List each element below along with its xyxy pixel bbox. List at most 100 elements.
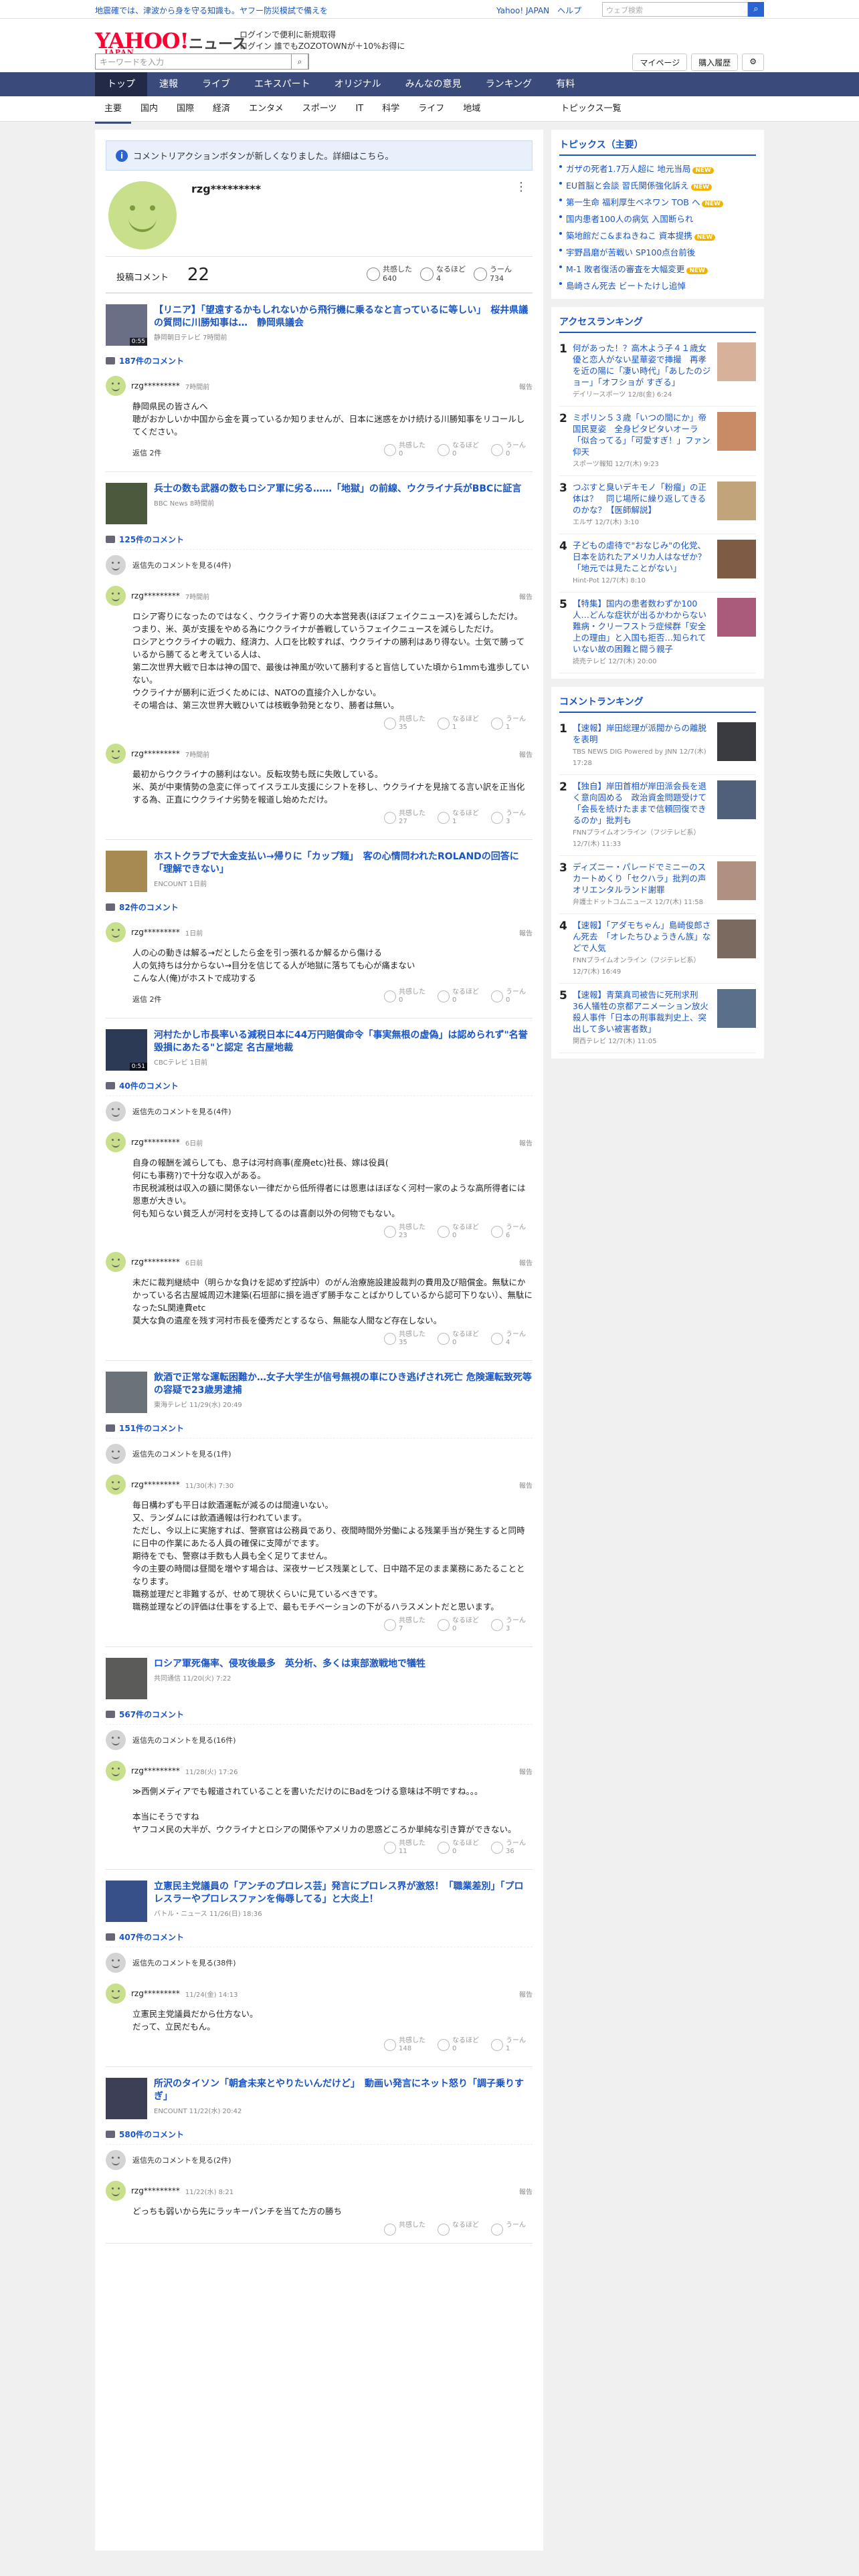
subnav-tab[interactable]: ライフ xyxy=(409,96,454,124)
reaction-button[interactable]: 共感した 0 xyxy=(384,988,425,1004)
article-title[interactable]: 所沢のタイソン「朝倉未来とやりたいんだけど」 動画い発言にネット怒り「調子乗りす… xyxy=(154,2078,533,2103)
notice-link[interactable]: 地震確では、津波から身を守る知識も。ヤフー防災模試で備えを xyxy=(95,5,328,16)
gnav-tab[interactable]: トップ xyxy=(95,72,147,96)
article-title[interactable]: ロシア軍死傷率、侵攻後最多 英分析、多くは東部激戦地で犠牲 xyxy=(154,1658,533,1671)
news-logo[interactable]: ニュース xyxy=(189,32,247,53)
comment-user[interactable]: rzg********* xyxy=(131,1138,180,1147)
rank-title[interactable]: 【速報】「アダモちゃん」島崎俊郎さん死去 「オレたちひょうきん族」などで人気 xyxy=(573,920,713,954)
article-title[interactable]: 飲酒で正常な運転困難か…女子大学生が信号無視の車にひき逃げされ死亡 危険運転致死… xyxy=(154,1372,533,1397)
comment-user[interactable]: rzg********* xyxy=(131,1480,180,1489)
comment-user[interactable]: rzg********* xyxy=(131,591,180,601)
reaction-button[interactable]: 共感した 7 xyxy=(384,1617,425,1633)
rank-title[interactable]: 子どもの虐待で"おなじみ"の化党、日本を訪れたアメリカ人はなぜか？「地元では見た… xyxy=(573,540,713,574)
comment-user[interactable]: rzg********* xyxy=(131,1257,180,1267)
yahoo-japan-link[interactable]: Yahoo! JAPAN xyxy=(496,6,549,15)
article-title[interactable]: 立憲民主党議員の「アンチのプロレス芸」発言にプロレス界が激怒！「職業差別」「プロ… xyxy=(154,1881,533,1906)
rank-title[interactable]: 【速報】青葉真司被告に死刑求刑 36人犠牲の京都アニメーション放火殺人事件「日本… xyxy=(573,989,713,1035)
article-thumbnail[interactable]: 0:55 xyxy=(106,304,147,346)
comment-user[interactable]: rzg********* xyxy=(131,1989,180,1998)
subnav-tab[interactable]: 国内 xyxy=(131,96,167,124)
report-link[interactable]: 報告 xyxy=(519,591,533,601)
reaction-button[interactable]: うーん xyxy=(491,2222,533,2236)
comment-count-link[interactable]: 580件のコメント xyxy=(106,2123,533,2144)
login-promo[interactable]: ログインで便利に新規取得 ログイン 誰でもZOZOTOWNが＋10%お得に xyxy=(240,29,405,52)
subnav-tab[interactable]: 経済 xyxy=(203,96,240,124)
rank-thumbnail[interactable] xyxy=(717,989,756,1028)
purchase-history-button[interactable]: 購入履歴 xyxy=(691,53,739,71)
ranking-item[interactable]: 4 子どもの虐待で"おなじみ"の化党、日本を訪れたアメリカ人はなぜか？「地元では見… xyxy=(559,534,756,593)
rank-thumbnail[interactable] xyxy=(717,481,756,520)
comment-count-link[interactable]: 187件のコメント xyxy=(106,350,533,370)
rank-thumbnail[interactable] xyxy=(717,722,756,761)
rank-thumbnail[interactable] xyxy=(717,920,756,958)
info-banner[interactable]: i コメントリアクションボタンが新しくなりました。詳細はこちら。 xyxy=(106,140,533,171)
comment-count-link[interactable]: 567件のコメント xyxy=(106,1703,533,1724)
topic-item[interactable]: EU首脳と会談 習氏関係強化訴え NEW xyxy=(559,177,756,193)
rank-title[interactable]: 何があった！？高木よう子４１歳女優と恋人がない星華姿で挿撮 再孝を近の陽に「凄い… xyxy=(573,342,713,388)
rank-title[interactable]: 【特集】国内の患者数わずか100人…どんな症状が出るかわからない難病・クリーフス… xyxy=(573,598,713,655)
search-icon[interactable]: ⌕ xyxy=(748,2,764,17)
reaction-button[interactable]: うーん 1 xyxy=(491,716,533,732)
web-search-input[interactable]: ウェブ検索 xyxy=(602,2,748,17)
reaction-button[interactable]: なるほど 1 xyxy=(438,716,479,732)
reaction-button[interactable]: なるほど 0 xyxy=(438,1224,479,1240)
subnav-tab[interactable]: エンタメ xyxy=(240,96,293,124)
comment-user[interactable]: rzg********* xyxy=(131,2186,180,2195)
reaction-button[interactable]: うーん 4 xyxy=(491,1331,533,1347)
gnav-tab[interactable]: ランキング xyxy=(474,72,545,96)
article-thumbnail[interactable] xyxy=(106,2078,147,2119)
topic-item[interactable]: 第一生命 福利厚生ベネワン TOB へ NEW xyxy=(559,193,756,210)
rank-title[interactable]: 【独自】岸田首相が岸田派会長を退く意向固める 政治資金問題受けて「会長を続けたま… xyxy=(573,780,713,826)
topic-item[interactable]: 宇野昌磨が苦戦い SP100点台前後 xyxy=(559,243,756,260)
topic-item[interactable]: 島崎さん死去 ビートたけし追悼 xyxy=(559,277,756,294)
reaction-button[interactable]: うーん 6 xyxy=(491,1224,533,1240)
ranking-item[interactable]: 4 【速報】「アダモちゃん」島崎俊郎さん死去 「オレたちひょうきん族」などで人気 F… xyxy=(559,914,756,984)
reply-parent-link[interactable]: 返信先のコメントを見る(38件) xyxy=(106,1947,533,1978)
subnav-tab[interactable]: IT xyxy=(346,96,373,124)
rank-title[interactable]: つぶすと臭いデキモノ「粉瘤」の正体は？ 同じ場所に繰り返してきるのかな？【医師解… xyxy=(573,481,713,516)
article[interactable]: 飲酒で正常な運転困難か…女子大学生が信号無視の車にひき逃げされ死亡 危険運転致死… xyxy=(106,1372,533,1417)
reply-parent-link[interactable]: 返信先のコメントを見る(4件) xyxy=(106,1095,533,1127)
subnav-tab[interactable]: 主要 xyxy=(95,96,132,124)
gnav-tab[interactable]: みんなの意見 xyxy=(393,72,474,96)
gnav-tab[interactable]: 有料 xyxy=(544,72,587,96)
reply-parent-link[interactable]: 返信先のコメントを見る(2件) xyxy=(106,2144,533,2175)
article[interactable]: 所沢のタイソン「朝倉未来とやりたいんだけど」 動画い発言にネット怒り「調子乗りす… xyxy=(106,2078,533,2123)
reaction-button[interactable]: うーん 0 xyxy=(491,442,533,458)
article-thumbnail[interactable] xyxy=(106,1372,147,1413)
report-link[interactable]: 報告 xyxy=(519,1257,533,1267)
reaction-button[interactable]: なるほど 0 xyxy=(438,442,479,458)
reaction-button[interactable]: なるほど 0 xyxy=(438,1840,479,1856)
reaction-button[interactable]: うーん 3 xyxy=(491,810,533,826)
subnav-tab[interactable]: スポーツ xyxy=(293,96,347,124)
reaction-button[interactable]: なるほど 0 xyxy=(438,1617,479,1633)
reaction-button[interactable]: 共感した 23 xyxy=(384,1224,425,1240)
article[interactable]: ロシア軍死傷率、侵攻後最多 英分析、多くは東部激戦地で犠牲 共同通信 11/20(… xyxy=(106,1658,533,1703)
comment-count-link[interactable]: 407件のコメント xyxy=(106,1926,533,1947)
comment-user[interactable]: rzg********* xyxy=(131,749,180,758)
ranking-item[interactable]: 2 【独自】岸田首相が岸田派会長を退く意向固める 政治資金問題受けて「会長を続けた… xyxy=(559,775,756,856)
article-thumbnail[interactable] xyxy=(106,483,147,524)
comment-count-link[interactable]: 151件のコメント xyxy=(106,1417,533,1438)
article[interactable]: 0:51 河村たかし市長率いる減税日本に44万円賠償命令「事実無根の虚偽」は認めら… xyxy=(106,1029,533,1075)
reaction-button[interactable]: 共感した 0 xyxy=(384,442,425,458)
reaction-button[interactable]: なるほど 0 xyxy=(438,1331,479,1347)
topic-item[interactable]: ガザの死者1.7万人超に 地元当局 NEW xyxy=(559,160,756,177)
help-link[interactable]: ヘルプ xyxy=(557,6,581,15)
report-link[interactable]: 報告 xyxy=(519,1989,533,1999)
article[interactable]: ホストクラブで大金支払い→帰りに「カップ麺」 客の心情問われたROLANDの回答… xyxy=(106,851,533,896)
reply-parent-link[interactable]: 返信先のコメントを見る(16件) xyxy=(106,1724,533,1755)
rank-thumbnail[interactable] xyxy=(717,412,756,451)
report-link[interactable]: 報告 xyxy=(519,1766,533,1776)
ranking-item[interactable]: 1 【速報】岸田総理が派閥からの離脱を表明 TBS NEWS DIG Powered… xyxy=(559,717,756,775)
reaction-button[interactable]: なるほど 1 xyxy=(438,810,479,826)
rank-thumbnail[interactable] xyxy=(717,540,756,578)
reaction-button[interactable]: なるほど 0 xyxy=(438,988,479,1004)
ranking-item[interactable]: 5 【特集】国内の患者数わずか100人…どんな症状が出るかわからない難病・クリーフ… xyxy=(559,593,756,673)
keyword-search-input[interactable]: キーワードを入力 ⌕ xyxy=(95,53,309,70)
gnav-tab[interactable]: エキスパート xyxy=(242,72,322,96)
rank-thumbnail[interactable] xyxy=(717,780,756,819)
ranking-item[interactable]: 2 ミポリン５３歳「いつの間にか」帝国民夏姿 全身ピタピタいオーラ「似合ってる」「… xyxy=(559,407,756,476)
article-title[interactable]: 兵士の数も武器の数もロシア軍に劣る……「地獄」の前線、ウクライナ兵がBBCに証言 xyxy=(154,483,533,496)
comment-user[interactable]: rzg********* xyxy=(131,1766,180,1776)
